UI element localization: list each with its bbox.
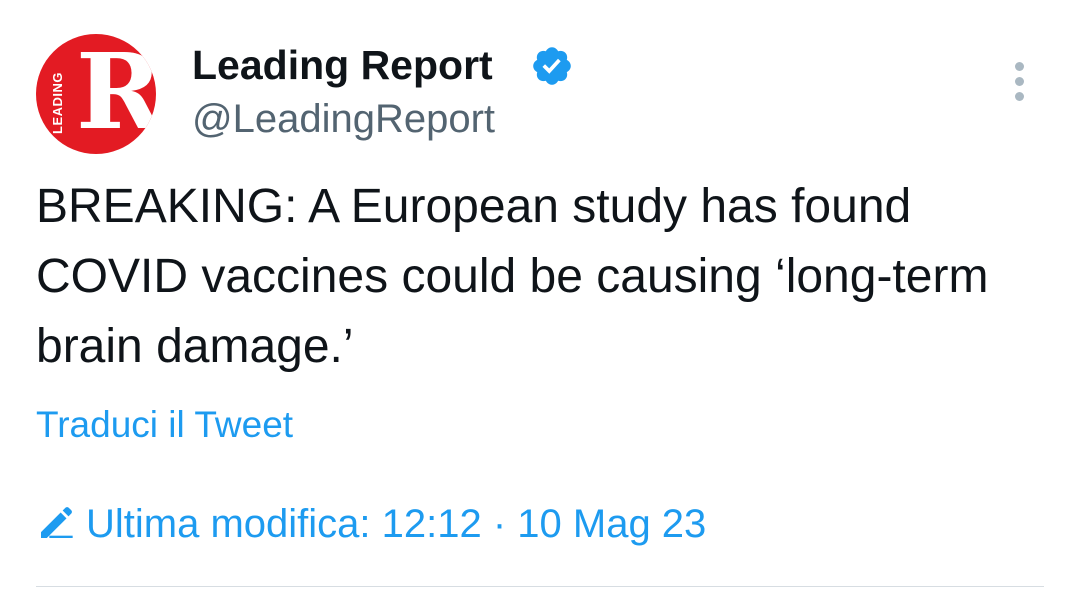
avatar-logo-letter: R [76, 34, 156, 153]
tweet: R LEADING Leading Report @LeadingReport … [0, 0, 1080, 593]
edited-info-link[interactable]: Ultima modifica: 12:12 · 10 Mag 23 [36, 498, 706, 550]
pencil-icon [41, 507, 73, 539]
avatar[interactable]: R LEADING [36, 34, 156, 154]
tweet-text: BREAKING: A European study has found COV… [36, 180, 989, 373]
more-dot [1015, 92, 1024, 101]
avatar-logo-text: LEADING [50, 72, 65, 134]
display-name[interactable]: Leading Report [192, 40, 493, 90]
more-dot [1015, 77, 1024, 86]
more-dot [1015, 62, 1024, 71]
more-vertical-icon[interactable] [1006, 62, 1034, 102]
edited-label: Ultima modifica: 12:12 · 10 Mag 23 [86, 502, 707, 546]
divider [36, 586, 1044, 587]
user-handle[interactable]: @LeadingReport [192, 94, 495, 144]
translate-tweet-link[interactable]: Traduci il Tweet [36, 402, 293, 448]
verified-badge-icon [533, 47, 571, 85]
